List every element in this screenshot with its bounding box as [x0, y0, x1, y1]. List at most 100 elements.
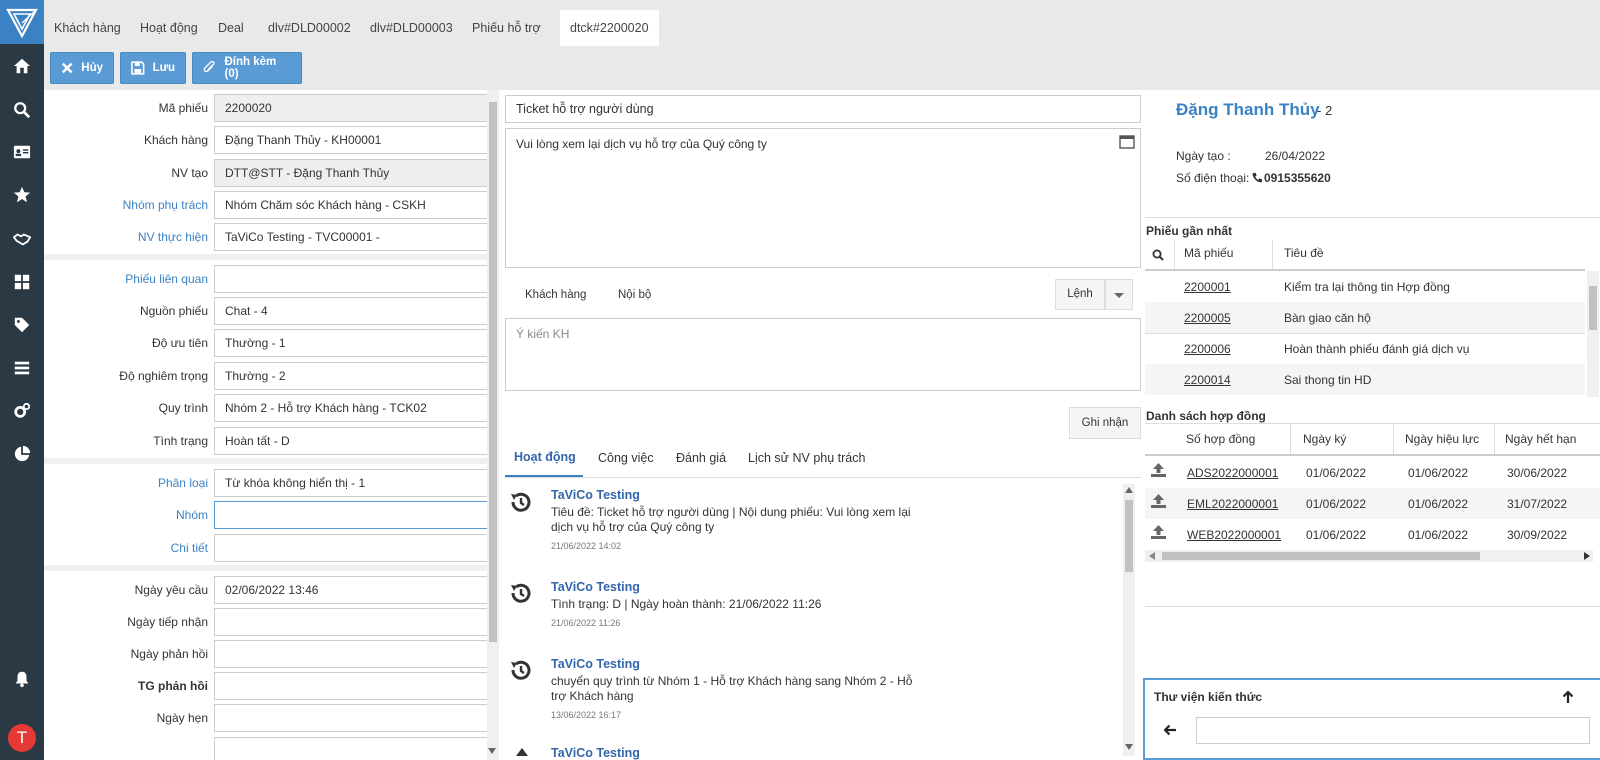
- tab-reviews[interactable]: Đánh giá: [676, 451, 726, 465]
- tab-tasks[interactable]: Công việc: [598, 451, 654, 465]
- contracts-title: Danh sách hợp đồng: [1146, 409, 1266, 423]
- activity-author[interactable]: TaViCo Testing: [551, 746, 640, 760]
- phan-loai-label[interactable]: Phân loại: [88, 476, 208, 490]
- ngay-hen-input[interactable]: [214, 704, 487, 732]
- recent-tickets-header-id[interactable]: Mã phiếu: [1184, 246, 1233, 260]
- ngay-yeu-cau-input[interactable]: 02/06/2022 13:46: [214, 576, 487, 604]
- tab-khach-hang[interactable]: Khách hàng: [44, 10, 131, 46]
- dashboard-icon[interactable]: [0, 269, 44, 295]
- search-icon[interactable]: [1152, 249, 1164, 261]
- created-date: 26/04/2022: [1265, 149, 1326, 163]
- arrow-up-icon[interactable]: [1562, 691, 1574, 704]
- ticket-id-link[interactable]: 2200006: [1184, 342, 1231, 356]
- ngay-tiep-nhan-input[interactable]: [214, 608, 487, 636]
- arrow-left-icon[interactable]: [1164, 724, 1177, 736]
- settings-icon[interactable]: [0, 398, 44, 424]
- contract-no-link[interactable]: ADS2022000001: [1187, 466, 1278, 480]
- ngay-phan-hoi-input[interactable]: [214, 640, 487, 668]
- knowledge-search-input[interactable]: [1196, 717, 1590, 744]
- nhom-phu-trach-label[interactable]: Nhóm phụ trách: [88, 198, 208, 212]
- scroll-down-icon[interactable]: [488, 748, 496, 754]
- tab-activity[interactable]: Hoạt động: [514, 450, 576, 464]
- recent-tickets-header-title[interactable]: Tiêu đề: [1284, 246, 1324, 260]
- nguon-phieu-select[interactable]: Chat - 4: [214, 297, 487, 325]
- chi-tiet-select[interactable]: [214, 534, 487, 562]
- ticket-id-link[interactable]: 2200005: [1184, 311, 1231, 325]
- nv-thuc-hien-select[interactable]: TaViCo Testing - TVC00001 -: [214, 223, 487, 251]
- contracts-header-no[interactable]: Số hợp đồng: [1186, 432, 1255, 446]
- tg-phan-hoi-input[interactable]: [214, 672, 487, 700]
- do-nghiem-trong-select[interactable]: Thường - 2: [214, 362, 487, 390]
- customer-name[interactable]: Đặng Thanh Thủy: [1176, 100, 1320, 120]
- scroll-down-icon[interactable]: [1125, 744, 1133, 750]
- contracts-header-effective[interactable]: Ngày hiệu lực: [1405, 432, 1479, 446]
- ticket-body-textarea[interactable]: Vui lòng xem lại dịch vụ hỗ trợ của Quý …: [505, 128, 1141, 268]
- attach-button[interactable]: Đính kèm (0): [192, 52, 302, 84]
- home-icon[interactable]: [0, 53, 44, 79]
- user-avatar[interactable]: T: [8, 724, 36, 752]
- tab-deal[interactable]: Deal: [208, 10, 254, 46]
- ticket-id-link[interactable]: 2200001: [1184, 280, 1231, 294]
- command-dropdown-button[interactable]: [1105, 279, 1133, 310]
- quy-trinh-select[interactable]: Nhóm 2 - Hỗ trợ Khách hàng - TCK02: [214, 394, 487, 422]
- save-button[interactable]: Lưu: [120, 52, 186, 84]
- scroll-left-icon[interactable]: [1149, 552, 1155, 560]
- recent-tickets-scrollbar-thumb[interactable]: [1589, 286, 1597, 330]
- tab-customer-comment[interactable]: Khách hàng: [525, 289, 586, 301]
- activity-author[interactable]: TaViCo Testing: [551, 657, 640, 671]
- submit-comment-button[interactable]: Ghi nhận: [1069, 407, 1141, 439]
- upload-icon[interactable]: [1150, 493, 1167, 509]
- upload-icon[interactable]: [1150, 524, 1167, 540]
- nhom-phu-trach-select[interactable]: Nhóm Chăm sóc Khách hàng - CSKH: [214, 191, 487, 219]
- phan-loai-select[interactable]: Từ khóa không hiển thị - 1: [214, 469, 487, 497]
- phone-number[interactable]: 0915355620: [1264, 171, 1331, 185]
- tab-owner-history[interactable]: Lịch sử NV phụ trách: [748, 451, 865, 465]
- contracts-header-signed[interactable]: Ngày ký: [1303, 432, 1346, 446]
- app-logo[interactable]: [0, 0, 44, 44]
- cancel-button[interactable]: Hủy: [50, 52, 114, 84]
- tab-internal-comment[interactable]: Nội bộ: [618, 289, 651, 301]
- phieu-lien-quan-select[interactable]: [214, 265, 487, 293]
- nhom-select[interactable]: [214, 501, 487, 529]
- form-scrollbar-thumb[interactable]: [489, 102, 497, 642]
- next-field-partial[interactable]: [214, 737, 487, 760]
- handshake-icon[interactable]: [0, 226, 44, 252]
- tab-phieu-ho-tro[interactable]: Phiếu hỗ trợ: [462, 10, 551, 46]
- nhom-label[interactable]: Nhóm: [88, 508, 208, 522]
- star-icon[interactable]: [0, 182, 44, 208]
- phieu-lien-quan-label[interactable]: Phiếu liên quan: [88, 272, 208, 286]
- nguon-phieu-value: Chat - 4: [225, 304, 268, 318]
- do-uu-tien-select[interactable]: Thường - 1: [214, 329, 487, 357]
- tab-dlv-dld00003[interactable]: dlv#DLD00003: [360, 10, 463, 46]
- contracts-header-expire[interactable]: Ngày hết hạn: [1505, 432, 1576, 446]
- tab-dlv-dld00002[interactable]: dlv#DLD00002: [258, 10, 361, 46]
- tab-hoat-dong[interactable]: Hoạt động: [130, 10, 208, 46]
- ticket-id-link[interactable]: 2200014: [1184, 373, 1231, 387]
- pie-chart-icon[interactable]: [0, 441, 44, 467]
- khach-hang-select[interactable]: Đặng Thanh Thủy - KH00001: [214, 126, 487, 154]
- contact-card-icon[interactable]: [0, 139, 44, 165]
- contract-no-link[interactable]: WEB2022000001: [1187, 528, 1281, 542]
- scroll-up-icon[interactable]: [1125, 487, 1133, 493]
- command-button[interactable]: Lệnh: [1055, 279, 1105, 310]
- scroll-right-icon[interactable]: [1584, 552, 1590, 560]
- activity-author[interactable]: TaViCo Testing: [551, 580, 640, 594]
- list-icon[interactable]: [0, 355, 44, 381]
- upload-icon[interactable]: [1150, 462, 1167, 478]
- contract-no-link[interactable]: EML2022000001: [1187, 497, 1278, 511]
- customer-comment-textarea[interactable]: Ý kiến KH: [505, 318, 1141, 391]
- nv-thuc-hien-label[interactable]: NV thực hiện: [88, 230, 208, 244]
- tab-dtck-2200020[interactable]: dtck#2200020: [560, 10, 659, 46]
- tag-icon[interactable]: [0, 312, 44, 338]
- activity-author[interactable]: TaViCo Testing: [551, 488, 640, 502]
- search-icon[interactable]: [0, 97, 44, 123]
- sidebar: T: [0, 0, 44, 760]
- activity-scrollbar-thumb[interactable]: [1125, 500, 1133, 572]
- ticket-title: Hoàn thành phiếu đánh giá dịch vụ: [1284, 342, 1470, 356]
- bell-icon[interactable]: [0, 666, 44, 692]
- ticket-subject-input[interactable]: Ticket hỗ trợ người dùng: [505, 95, 1141, 123]
- chi-tiet-label[interactable]: Chi tiết: [88, 541, 208, 555]
- tinh-trang-select[interactable]: Hoàn tất - D: [214, 427, 487, 455]
- maximize-icon[interactable]: [1119, 135, 1135, 149]
- contracts-hscrollbar-thumb[interactable]: [1162, 552, 1480, 560]
